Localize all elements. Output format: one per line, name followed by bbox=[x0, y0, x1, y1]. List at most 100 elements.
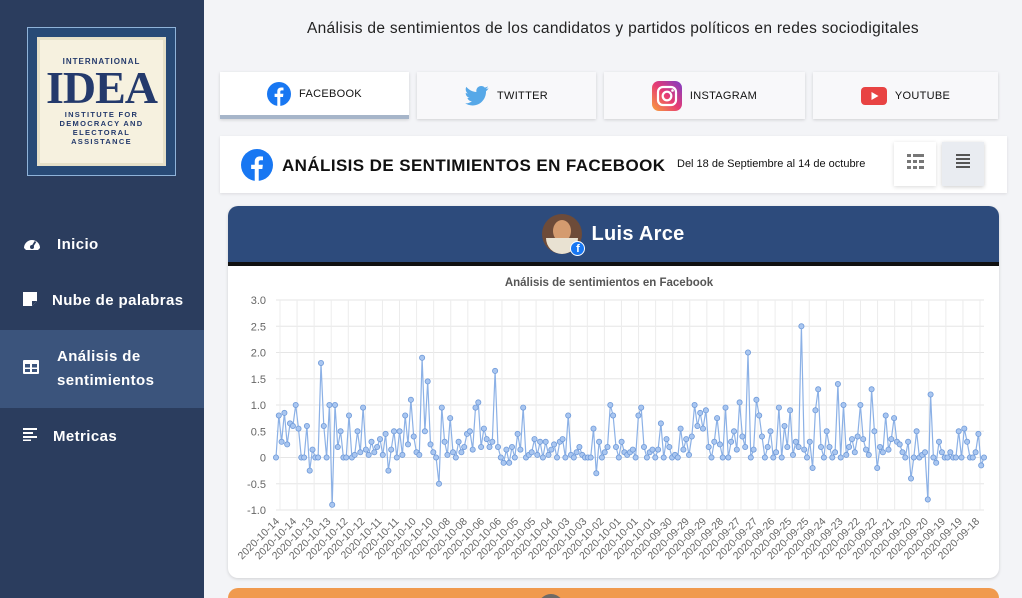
data-point[interactable] bbox=[818, 443, 825, 450]
data-point[interactable] bbox=[514, 430, 521, 437]
data-point[interactable] bbox=[565, 412, 572, 419]
tab-youtube[interactable]: YOUTUBE bbox=[813, 72, 998, 119]
data-point[interactable] bbox=[736, 399, 743, 406]
data-point[interactable] bbox=[320, 422, 327, 429]
data-point[interactable] bbox=[281, 409, 288, 416]
data-point[interactable] bbox=[849, 436, 856, 443]
data-point[interactable] bbox=[559, 436, 566, 443]
data-point[interactable] bbox=[725, 454, 732, 461]
data-point[interactable] bbox=[295, 425, 302, 432]
data-point[interactable] bbox=[618, 438, 625, 445]
data-point[interactable] bbox=[947, 449, 954, 456]
data-point[interactable] bbox=[371, 449, 378, 456]
data-point[interactable] bbox=[615, 454, 622, 461]
data-point[interactable] bbox=[379, 451, 386, 458]
data-point[interactable] bbox=[508, 443, 515, 450]
data-point[interactable] bbox=[511, 454, 518, 461]
data-point[interactable] bbox=[865, 451, 872, 458]
data-point[interactable] bbox=[964, 438, 971, 445]
data-point[interactable] bbox=[846, 443, 853, 450]
data-point[interactable] bbox=[756, 412, 763, 419]
data-point[interactable] bbox=[604, 443, 611, 450]
data-point[interactable] bbox=[933, 459, 940, 466]
grid-view-button[interactable] bbox=[894, 142, 936, 186]
data-point[interactable] bbox=[787, 407, 794, 414]
sidebar-item-nube-de-palabras[interactable]: Nube de palabras bbox=[0, 284, 204, 316]
data-point[interactable] bbox=[702, 407, 709, 414]
data-point[interactable] bbox=[896, 441, 903, 448]
data-point[interactable] bbox=[790, 451, 797, 458]
data-point[interactable] bbox=[795, 443, 802, 450]
data-point[interactable] bbox=[975, 430, 982, 437]
data-point[interactable] bbox=[449, 449, 456, 456]
data-point[interactable] bbox=[857, 401, 864, 408]
data-point[interactable] bbox=[691, 401, 698, 408]
data-point[interactable] bbox=[958, 454, 965, 461]
tab-twitter[interactable]: TWITTER bbox=[417, 72, 596, 119]
data-point[interactable] bbox=[694, 422, 701, 429]
data-point[interactable] bbox=[843, 451, 850, 458]
data-point[interactable] bbox=[761, 454, 768, 461]
data-point[interactable] bbox=[711, 438, 718, 445]
data-point[interactable] bbox=[275, 412, 282, 419]
data-point[interactable] bbox=[649, 446, 656, 453]
data-point[interactable] bbox=[730, 428, 737, 435]
data-point[interactable] bbox=[478, 443, 485, 450]
data-point[interactable] bbox=[497, 454, 504, 461]
data-point[interactable] bbox=[357, 449, 364, 456]
data-point[interactable] bbox=[346, 412, 353, 419]
data-point[interactable] bbox=[393, 454, 400, 461]
data-point[interactable] bbox=[978, 462, 985, 469]
data-point[interactable] bbox=[438, 404, 445, 411]
data-point[interactable] bbox=[278, 438, 285, 445]
data-point[interactable] bbox=[882, 412, 889, 419]
data-point[interactable] bbox=[323, 454, 330, 461]
data-point[interactable] bbox=[548, 446, 555, 453]
data-point[interactable] bbox=[801, 446, 808, 453]
data-point[interactable] bbox=[666, 443, 673, 450]
data-point[interactable] bbox=[301, 454, 308, 461]
data-point[interactable] bbox=[326, 401, 333, 408]
sidebar-item-metricas[interactable]: Metricas bbox=[0, 420, 204, 452]
data-point[interactable] bbox=[635, 412, 642, 419]
data-point[interactable] bbox=[492, 367, 499, 374]
tab-facebook[interactable]: FACEBOOK bbox=[220, 72, 409, 119]
data-point[interactable] bbox=[972, 449, 979, 456]
data-point[interactable] bbox=[812, 407, 819, 414]
data-point[interactable] bbox=[770, 454, 777, 461]
data-point[interactable] bbox=[640, 443, 647, 450]
data-point[interactable] bbox=[520, 404, 527, 411]
data-point[interactable] bbox=[955, 428, 962, 435]
data-point[interactable] bbox=[388, 446, 395, 453]
data-point[interactable] bbox=[716, 441, 723, 448]
data-point[interactable] bbox=[683, 436, 690, 443]
data-point[interactable] bbox=[404, 441, 411, 448]
data-point[interactable] bbox=[792, 438, 799, 445]
data-point[interactable] bbox=[969, 454, 976, 461]
data-point[interactable] bbox=[284, 441, 291, 448]
data-point[interactable] bbox=[483, 436, 490, 443]
data-point[interactable] bbox=[705, 443, 712, 450]
data-point[interactable] bbox=[832, 449, 839, 456]
data-point[interactable] bbox=[657, 420, 664, 427]
data-point[interactable] bbox=[742, 443, 749, 450]
data-point[interactable] bbox=[329, 501, 336, 508]
data-point[interactable] bbox=[663, 436, 670, 443]
data-point[interactable] bbox=[309, 446, 316, 453]
data-point[interactable] bbox=[365, 451, 372, 458]
data-point[interactable] bbox=[798, 323, 805, 330]
data-point[interactable] bbox=[775, 404, 782, 411]
data-point[interactable] bbox=[930, 454, 937, 461]
data-point[interactable] bbox=[452, 454, 459, 461]
data-point[interactable] bbox=[315, 454, 322, 461]
data-point[interactable] bbox=[607, 401, 614, 408]
data-point[interactable] bbox=[747, 454, 754, 461]
data-point[interactable] bbox=[829, 454, 836, 461]
idea-logo[interactable]: INTERNATIONAL IDEA INSTITUTE FOR DEMOCRA… bbox=[27, 27, 176, 176]
data-point[interactable] bbox=[537, 438, 544, 445]
data-point[interactable] bbox=[503, 446, 510, 453]
data-point[interactable] bbox=[745, 349, 752, 356]
data-point[interactable] bbox=[433, 454, 440, 461]
data-point[interactable] bbox=[542, 438, 549, 445]
data-point[interactable] bbox=[834, 381, 841, 388]
